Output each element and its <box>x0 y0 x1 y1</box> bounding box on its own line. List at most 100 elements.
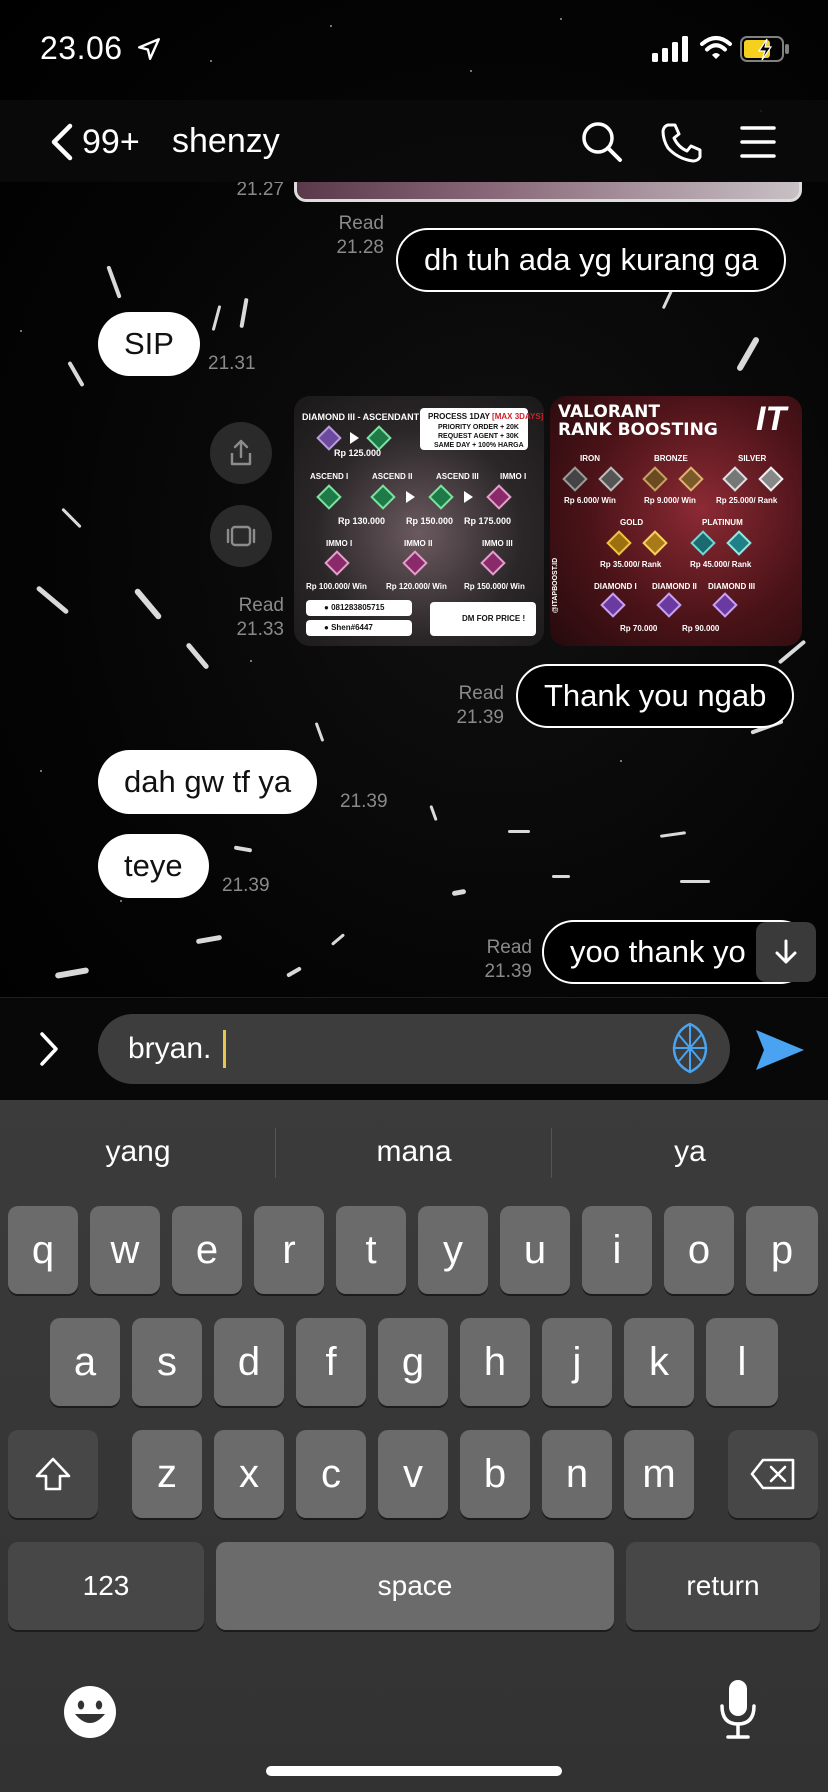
promo-text: ASCEND I <box>310 472 349 481</box>
rank-icon <box>642 466 668 492</box>
key[interactable]: u <box>500 1206 570 1294</box>
key[interactable]: v <box>378 1430 448 1518</box>
message-time: 21.39 <box>340 791 388 812</box>
keyboard: yang mana ya q w e r t y u i o p a s d f… <box>0 1100 828 1792</box>
key[interactable]: r <box>254 1206 324 1294</box>
text-cursor <box>223 1030 227 1068</box>
promo-image-left[interactable]: DIAMOND III - ASCENDANT I Rp 125.000 PRO… <box>294 396 544 646</box>
rank-icon <box>726 530 752 556</box>
share-button[interactable] <box>210 422 272 484</box>
message-time: 21.39 <box>222 875 270 896</box>
rank-icon <box>598 466 624 492</box>
key[interactable]: p <box>746 1206 818 1294</box>
key[interactable]: k <box>624 1318 694 1406</box>
promo-text: SAME DAY + 100% HARGA <box>434 442 524 449</box>
rank-icon <box>428 484 454 510</box>
forward-button[interactable] <box>210 505 272 567</box>
menu-icon[interactable] <box>736 120 780 164</box>
home-indicator <box>266 1766 562 1776</box>
promo-text: PROCESS 1DAY [MAX 3DAYS] <box>428 412 544 421</box>
key[interactable]: a <box>50 1318 120 1406</box>
rank-icon <box>722 466 748 492</box>
rank-icon <box>486 484 512 510</box>
sticker-icon[interactable] <box>668 1020 712 1076</box>
promo-text: Rp 150.000 <box>406 516 454 526</box>
message-bubble-outgoing[interactable]: Thank you ngab <box>516 664 795 728</box>
promo-text: Rp 150.000/ Win <box>464 582 525 591</box>
key[interactable]: q <box>8 1206 78 1294</box>
numbers-key[interactable]: 123 <box>8 1542 204 1630</box>
send-icon[interactable] <box>752 1026 808 1074</box>
message-input[interactable]: bryan. <box>98 1014 730 1084</box>
promo-title: VALORANT <box>558 402 660 422</box>
key[interactable]: o <box>664 1206 734 1294</box>
signal-icon <box>652 36 688 62</box>
promo-text: @ITAPBOOST.ID <box>552 557 560 614</box>
search-icon[interactable] <box>580 120 624 164</box>
share-icon <box>230 439 252 466</box>
key[interactable]: t <box>336 1206 406 1294</box>
rank-icon <box>678 466 704 492</box>
rank-icon <box>690 530 716 556</box>
backspace-key[interactable] <box>728 1430 818 1518</box>
promo-text: DIAMOND III - ASCENDANT I <box>302 412 425 422</box>
promo-image-right[interactable]: VALORANT RANK BOOSTING IT IRON BRONZE SI… <box>550 396 802 646</box>
key[interactable]: f <box>296 1318 366 1406</box>
suggestion-item[interactable]: ya <box>552 1128 828 1176</box>
back-button[interactable]: 99+ <box>48 120 140 164</box>
return-key[interactable]: return <box>626 1542 820 1630</box>
suggestion-item[interactable]: yang <box>0 1128 276 1176</box>
message-meta: Read 21.28 <box>318 212 384 260</box>
shift-key[interactable] <box>8 1430 98 1518</box>
key[interactable]: l <box>706 1318 778 1406</box>
expand-icon[interactable] <box>34 1028 64 1070</box>
promo-text: REQUEST AGENT + 30K <box>438 433 519 440</box>
key[interactable]: g <box>378 1318 448 1406</box>
message-time: 21.39 <box>484 961 532 982</box>
key[interactable]: s <box>132 1318 202 1406</box>
key[interactable]: w <box>90 1206 160 1294</box>
rank-icon <box>316 484 342 510</box>
message-bubble-outgoing[interactable]: dh tuh ada yg kurang ga <box>396 228 787 292</box>
emoji-icon[interactable] <box>62 1684 118 1740</box>
suggestion-item[interactable]: mana <box>276 1128 552 1176</box>
space-key[interactable]: space <box>216 1542 614 1630</box>
promo-title: RANK BOOSTING <box>558 420 718 440</box>
key[interactable]: m <box>624 1430 694 1518</box>
scroll-down-button[interactable] <box>756 922 816 982</box>
message-bubble-incoming[interactable]: teye <box>98 834 209 898</box>
key[interactable]: e <box>172 1206 242 1294</box>
promo-text: DIAMOND I <box>594 582 637 591</box>
key[interactable]: n <box>542 1430 612 1518</box>
shift-icon <box>35 1457 71 1491</box>
key[interactable]: d <box>214 1318 284 1406</box>
message-bubble-incoming[interactable]: SIP <box>98 312 200 376</box>
rank-icon <box>480 550 506 576</box>
image-message-partial[interactable] <box>294 182 802 202</box>
key[interactable]: i <box>582 1206 652 1294</box>
location-arrow-icon <box>138 38 160 60</box>
rank-icon <box>712 592 738 618</box>
wifi-icon <box>700 36 732 59</box>
promo-text: Rp 100.000/ Win <box>306 582 367 591</box>
play-icon <box>350 432 359 444</box>
phone-icon[interactable] <box>660 120 704 164</box>
contact-name[interactable]: shenzy <box>172 122 280 161</box>
key[interactable]: z <box>132 1430 202 1518</box>
key[interactable]: y <box>418 1206 488 1294</box>
promo-text: DIAMOND III <box>708 582 756 591</box>
key[interactable]: h <box>460 1318 530 1406</box>
promo-text: IMMO III <box>482 539 513 548</box>
suggestion-bar: yang mana ya <box>0 1100 828 1204</box>
key[interactable]: x <box>214 1430 284 1518</box>
scroll-down-icon <box>775 939 797 964</box>
key[interactable]: b <box>460 1430 530 1518</box>
key[interactable]: c <box>296 1430 366 1518</box>
message-bubble-incoming[interactable]: dah gw tf ya <box>98 750 318 814</box>
key[interactable]: j <box>542 1318 612 1406</box>
promo-text: Rp 125.000 <box>334 448 382 458</box>
message-list[interactable]: 21.27 Read 21.28 dh tuh ada yg kurang ga… <box>0 182 828 997</box>
message-time: 21.27 <box>236 182 284 200</box>
play-icon <box>406 491 415 503</box>
microphone-icon[interactable] <box>718 1678 758 1742</box>
